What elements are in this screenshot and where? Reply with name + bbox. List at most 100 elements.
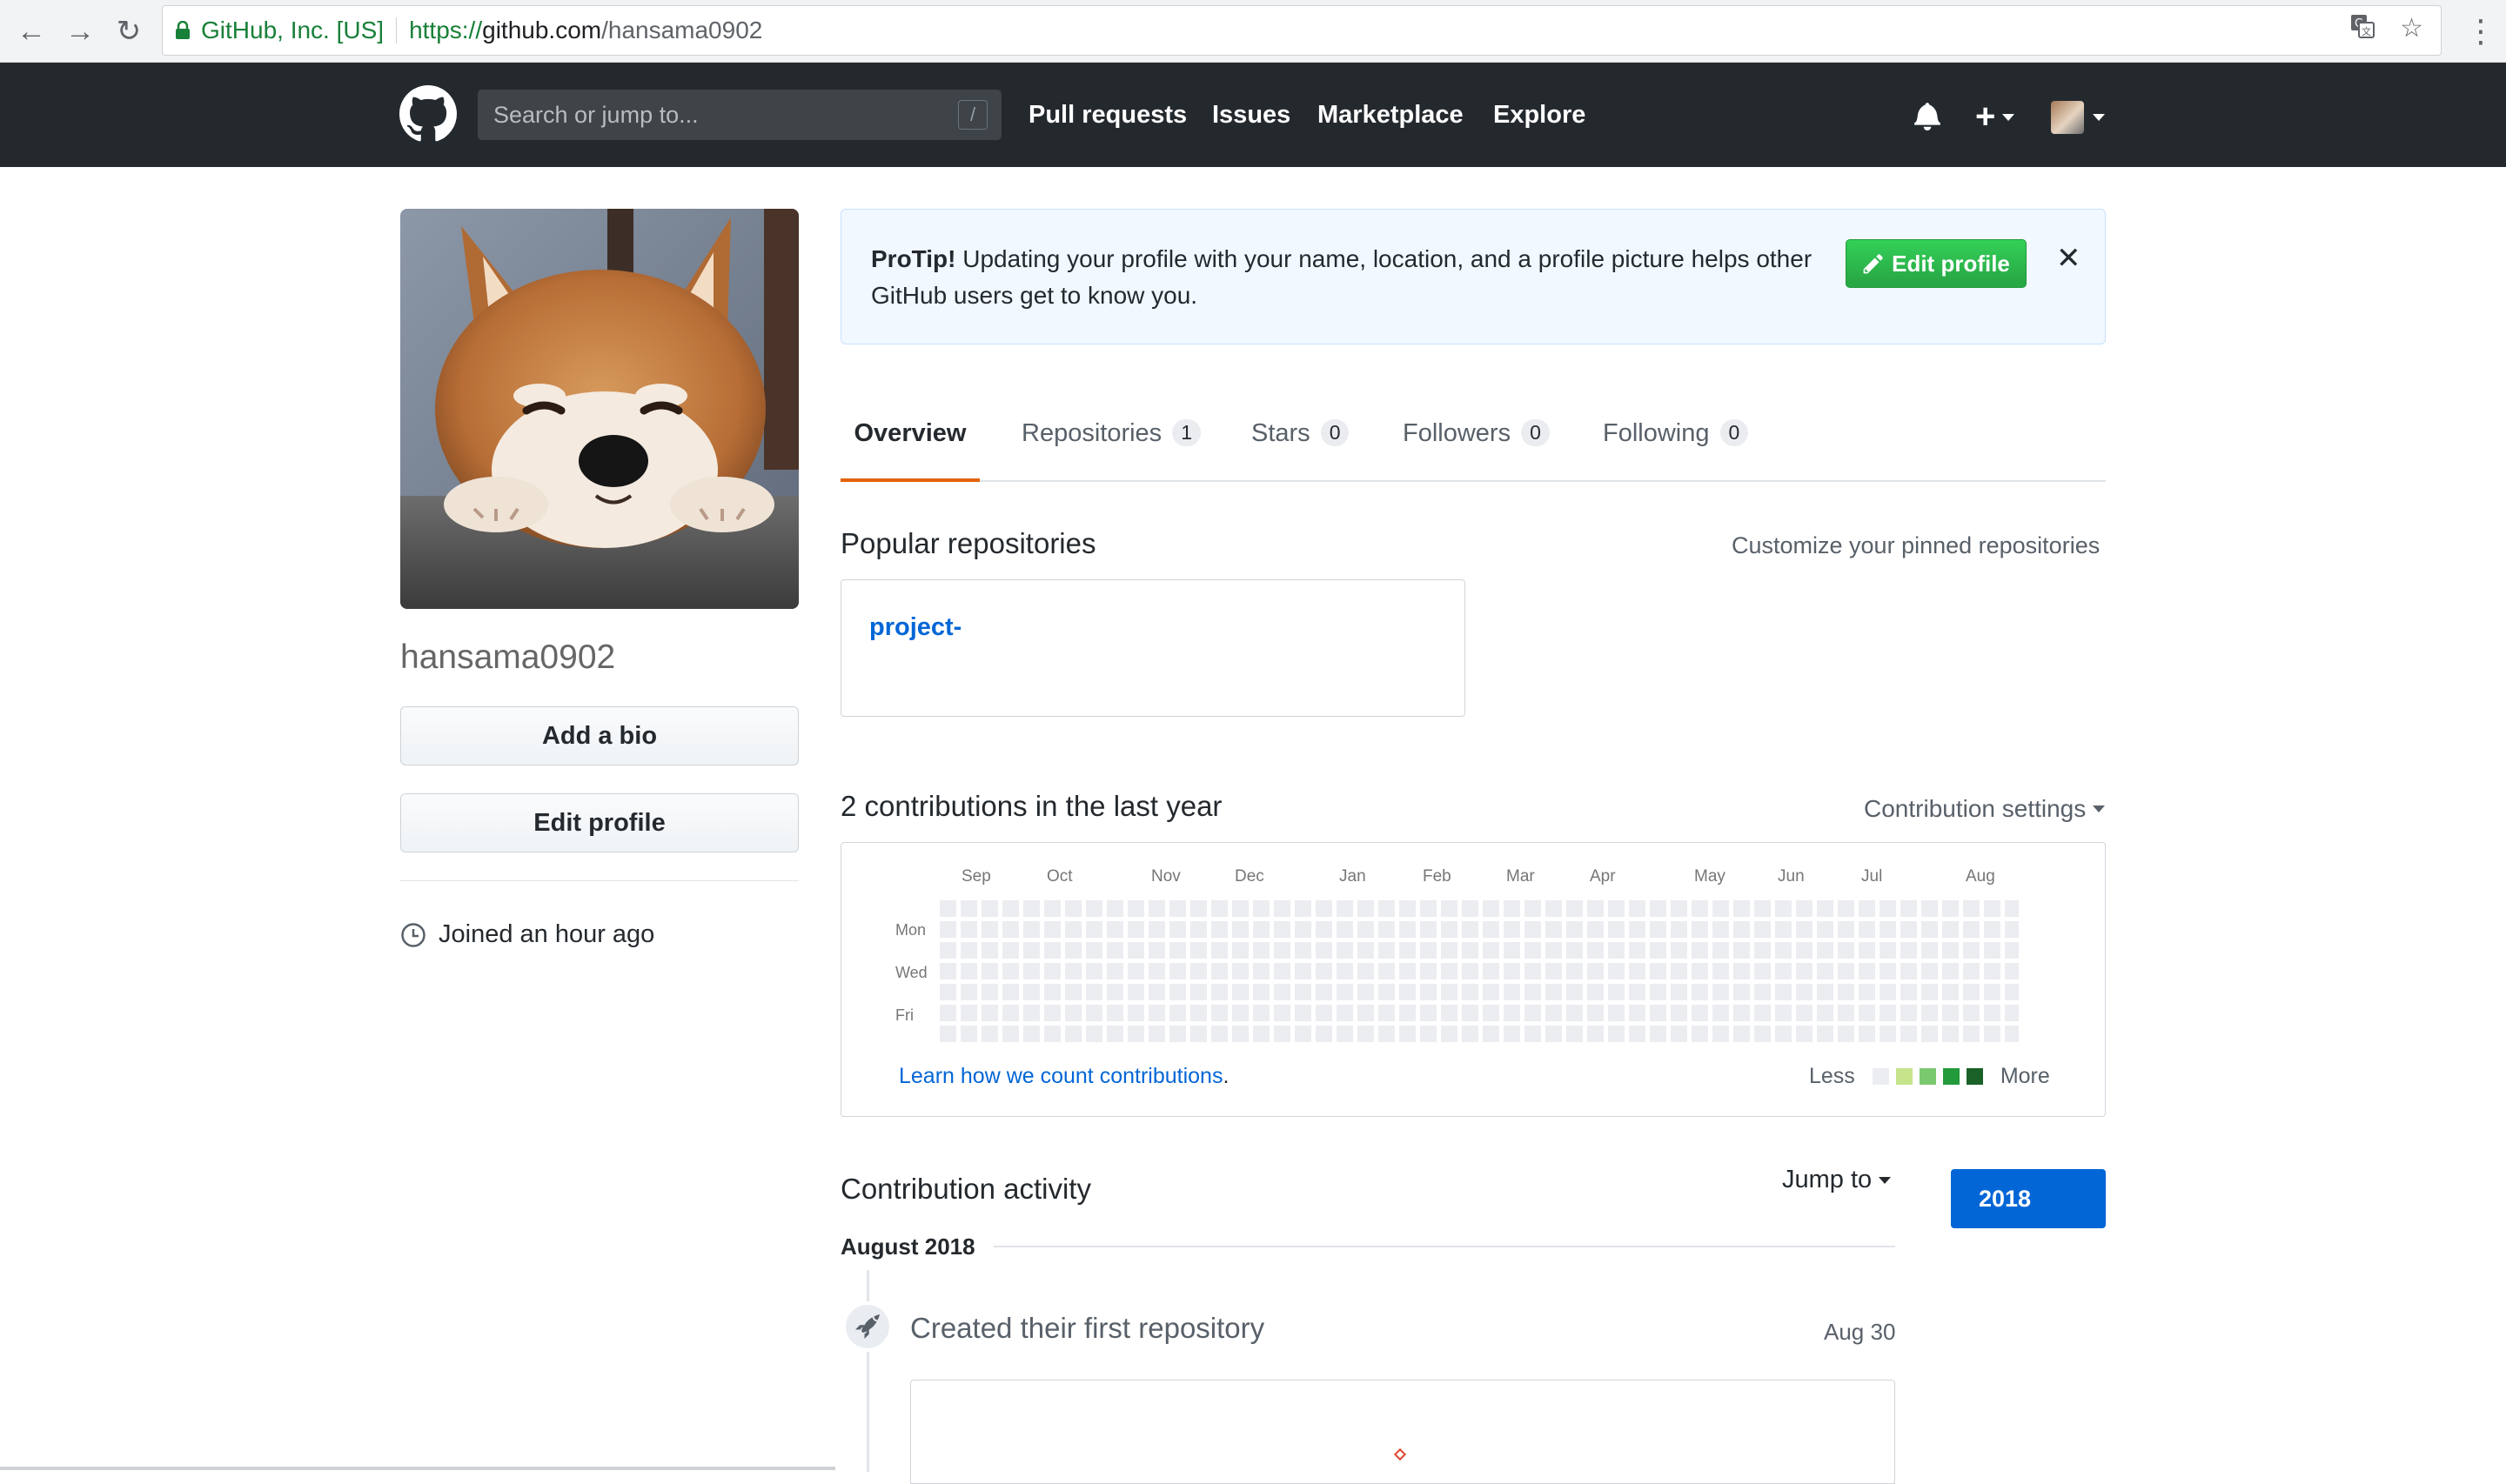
profile-avatar[interactable] [400,209,799,609]
contribution-day[interactable] [1337,900,1353,917]
contribution-day[interactable] [1608,963,1625,979]
contribution-day[interactable] [1608,1026,1625,1042]
contribution-day[interactable] [1629,1026,1645,1042]
contribution-day[interactable] [1754,984,1771,1000]
contribution-day[interactable] [1754,921,1771,938]
contribution-day[interactable] [1316,942,1332,959]
contribution-day[interactable] [1587,984,1604,1000]
contribution-day[interactable] [1733,921,1750,938]
contribution-day[interactable] [1671,1026,1687,1042]
contribution-day[interactable] [1524,942,1541,959]
contribution-day[interactable] [1483,942,1499,959]
contribution-day[interactable] [1712,1005,1729,1021]
contribution-day[interactable] [1169,963,1186,979]
contribution-day[interactable] [1169,900,1186,917]
contribution-day[interactable] [1337,921,1353,938]
security-indicator[interactable]: GitHub, Inc. [US] [175,17,384,44]
contribution-day[interactable] [1190,1005,1207,1021]
contribution-day[interactable] [982,921,998,938]
contribution-day[interactable] [1232,942,1249,959]
contribution-day[interactable] [1817,984,1833,1000]
plus-icon[interactable]: + [1975,97,2015,137]
contribution-day[interactable] [1984,1026,2000,1042]
contribution-day[interactable] [1211,963,1228,979]
contribution-day[interactable] [1044,984,1061,1000]
contribution-day[interactable] [1107,921,1123,938]
contribution-day[interactable] [1399,1005,1416,1021]
contribution-day[interactable] [1608,1005,1625,1021]
contribution-day[interactable] [1002,963,1019,979]
contribution-day[interactable] [1420,963,1437,979]
contribution-day[interactable] [1504,921,1520,938]
contribution-day[interactable] [1337,942,1353,959]
contribution-day[interactable] [1671,900,1687,917]
contribution-day[interactable] [1211,942,1228,959]
contribution-day[interactable] [1900,942,1917,959]
contribution-day[interactable] [1462,1026,1478,1042]
contribution-day[interactable] [1337,1026,1353,1042]
contribution-day[interactable] [1984,984,2000,1000]
contribution-day[interactable] [1065,942,1082,959]
contribution-day[interactable] [1524,1005,1541,1021]
contribution-day[interactable] [1629,1005,1645,1021]
contribution-day[interactable] [1002,942,1019,959]
contribution-day[interactable] [1274,984,1290,1000]
contribution-day[interactable] [1587,942,1604,959]
contribution-day[interactable] [1650,1026,1666,1042]
contribution-day[interactable] [1483,984,1499,1000]
contribution-day[interactable] [1566,900,1583,917]
contribution-day[interactable] [1859,984,1875,1000]
contribution-day[interactable] [1671,984,1687,1000]
contribution-day[interactable] [1044,900,1061,917]
contribution-day[interactable] [1399,984,1416,1000]
contribution-day[interactable] [982,1005,998,1021]
contribution-day[interactable] [1441,984,1457,1000]
contribution-day[interactable] [1671,942,1687,959]
contribution-day[interactable] [1253,921,1270,938]
contribution-day[interactable] [1838,1005,1854,1021]
contribution-day[interactable] [1441,1005,1457,1021]
contribution-day[interactable] [1274,963,1290,979]
contribution-day[interactable] [1504,1026,1520,1042]
contribution-day[interactable] [1378,942,1395,959]
contribution-day[interactable] [1399,1026,1416,1042]
contribution-day[interactable] [1420,1026,1437,1042]
nav-pull-requests[interactable]: Pull requests [1029,101,1187,130]
contribution-day[interactable] [1587,900,1604,917]
contribution-day[interactable] [1211,1026,1228,1042]
contribution-day[interactable] [1566,984,1583,1000]
contribution-day[interactable] [1524,984,1541,1000]
contribution-day[interactable] [1650,963,1666,979]
contribution-day[interactable] [1608,900,1625,917]
contribution-day[interactable] [1545,963,1562,979]
tab-following[interactable]: Following 0 [1603,409,1749,482]
contribution-day[interactable] [1921,1005,1938,1021]
contribution-day[interactable] [1065,963,1082,979]
contribution-day[interactable] [1295,921,1311,938]
contribution-day[interactable] [1733,963,1750,979]
contribution-day[interactable] [1900,1026,1917,1042]
contribution-day[interactable] [1712,942,1729,959]
contribution-day[interactable] [1545,921,1562,938]
contribution-day[interactable] [1483,1026,1499,1042]
contribution-day[interactable] [1942,942,1959,959]
contribution-day[interactable] [1065,1026,1082,1042]
contribution-day[interactable] [1566,942,1583,959]
contribution-day[interactable] [1692,942,1708,959]
contribution-day[interactable] [1880,921,1896,938]
contribution-day[interactable] [1963,1005,1980,1021]
contribution-day[interactable] [1921,963,1938,979]
contribution-day[interactable] [961,984,977,1000]
contribution-day[interactable] [1733,1026,1750,1042]
contribution-day[interactable] [1169,1026,1186,1042]
contribution-day[interactable] [1023,1005,1040,1021]
contribution-day[interactable] [1963,921,1980,938]
contribution-day[interactable] [1378,984,1395,1000]
contribution-day[interactable] [1984,942,2000,959]
contribution-day[interactable] [1274,900,1290,917]
contribution-day[interactable] [1149,921,1165,938]
contribution-day[interactable] [1232,921,1249,938]
horizontal-scrollbar[interactable] [0,1467,835,1470]
contribution-day[interactable] [1859,942,1875,959]
contribution-day[interactable] [940,963,956,979]
